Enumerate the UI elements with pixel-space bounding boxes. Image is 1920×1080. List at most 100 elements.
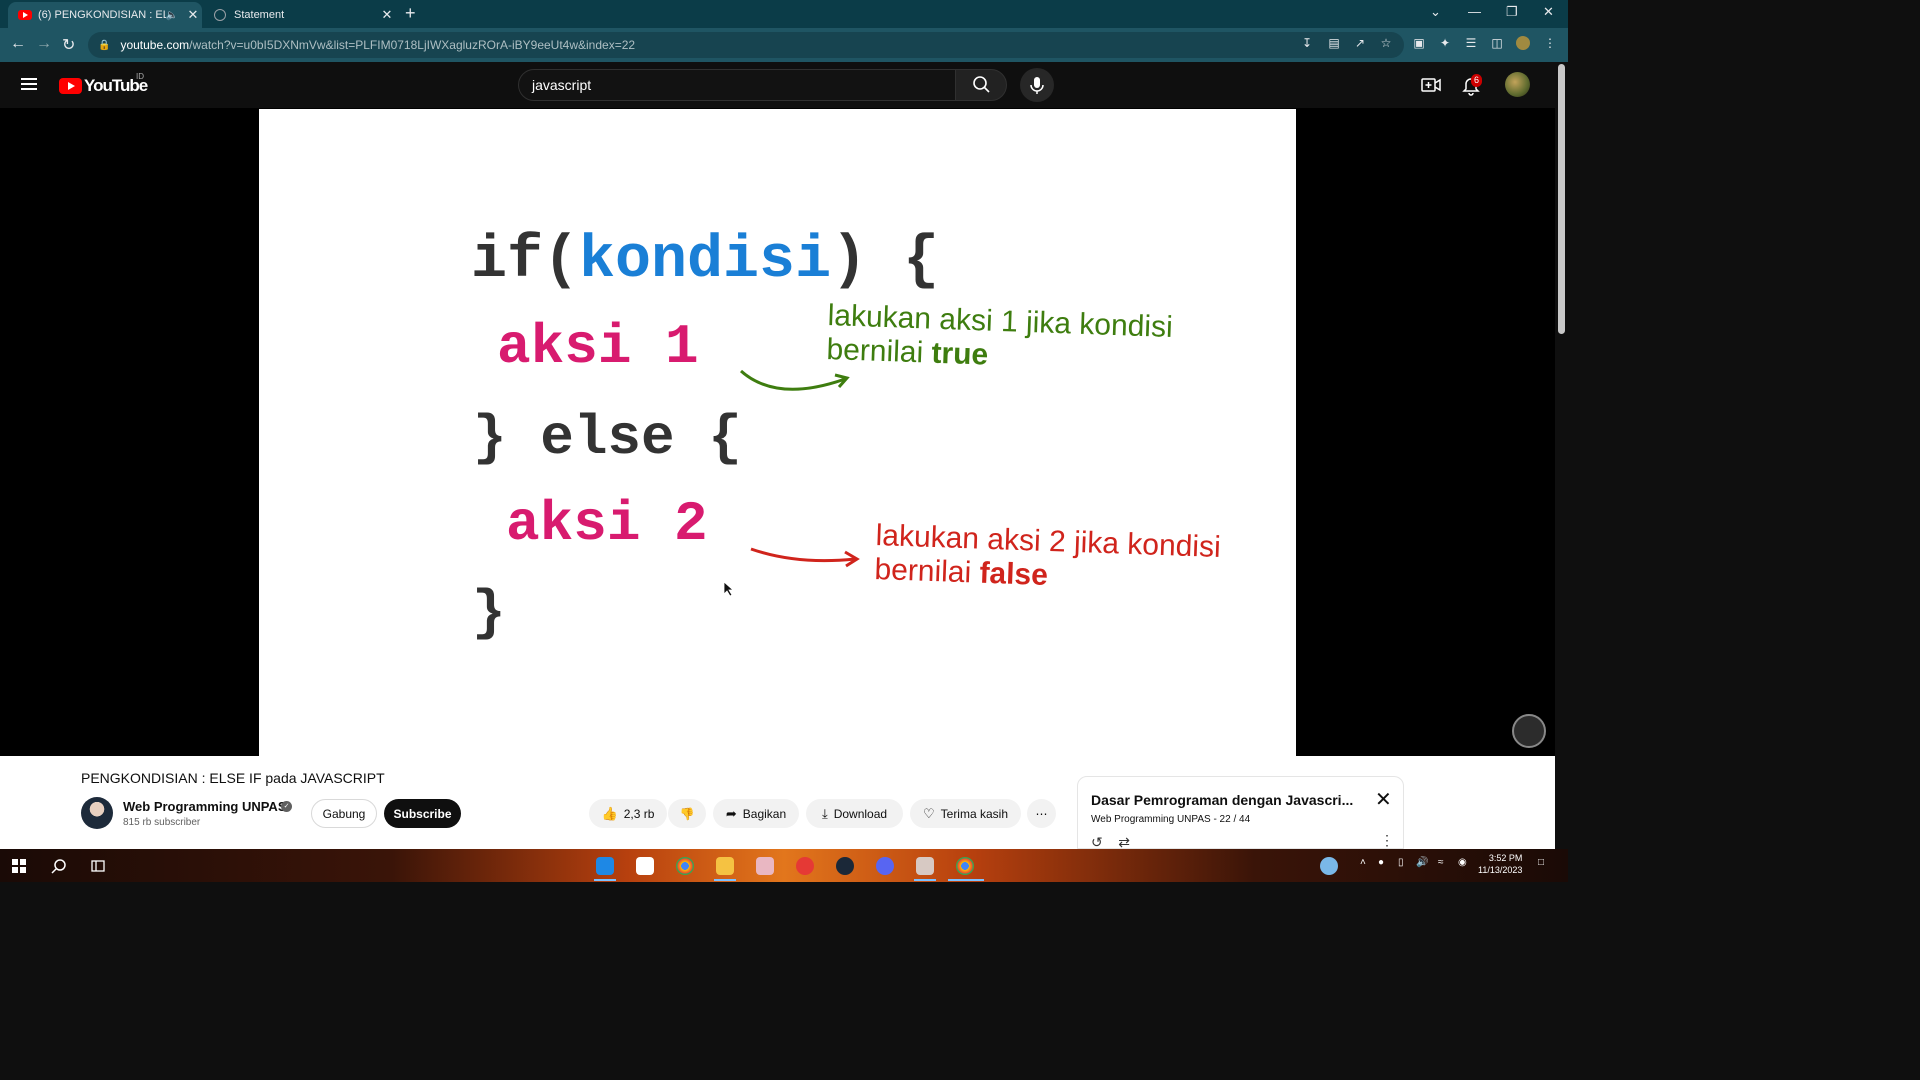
weather-icon[interactable]: [1320, 857, 1338, 875]
share-icon[interactable]: ↗: [1353, 36, 1367, 50]
vscode-icon[interactable]: [596, 857, 614, 875]
youtube-logo[interactable]: YouTube ID: [59, 72, 148, 96]
bookmark-star-icon[interactable]: ☆: [1379, 36, 1393, 50]
new-tab-icon[interactable]: +: [405, 3, 416, 24]
download-button[interactable]: ⤓ Download: [806, 799, 903, 828]
video-frame[interactable]: if(kondisi) { aksi 1 } else { aksi 2 } l…: [259, 109, 1296, 757]
thumbs-up-icon: 👍: [601, 805, 618, 821]
join-label: Gabung: [322, 806, 366, 821]
paint-icon[interactable]: [636, 857, 654, 875]
scrollbar-thumb[interactable]: [1558, 64, 1565, 334]
tab-search-icon[interactable]: ⌄: [1430, 4, 1441, 20]
file-explorer-icon[interactable]: [716, 857, 734, 875]
voice-search-button[interactable]: [1020, 68, 1054, 102]
restore-icon[interactable]: ❐: [1506, 4, 1518, 20]
verified-check-icon: ✓: [281, 801, 292, 812]
task-view-icon[interactable]: [89, 857, 107, 875]
url-path: /watch?v=u0bI5DXNmVw&list=PLFIM0718LjIWX…: [189, 38, 636, 52]
mouse-cursor-icon: [723, 581, 735, 597]
app-icon[interactable]: [756, 857, 774, 875]
clock-time: 3:52 PM: [1488, 853, 1523, 863]
close-window-icon[interactable]: ✕: [1543, 4, 1554, 20]
search-icon: [973, 76, 990, 93]
clock[interactable]: 3:52 PM 11/13/2023: [1478, 852, 1522, 876]
kebab-menu-icon[interactable]: ⋮: [1380, 832, 1394, 849]
minimize-icon[interactable]: —: [1468, 4, 1481, 19]
search-icon[interactable]: [50, 857, 68, 875]
like-count: 2,3 rb: [623, 806, 655, 821]
thanks-button[interactable]: ♡ Terima kasih: [910, 799, 1021, 828]
active-indicator: [714, 879, 736, 881]
arrow-false-icon: [750, 547, 860, 568]
tab-title: (6) PENGKONDISIAN : ELSE: [38, 9, 166, 21]
clock-date: 11/13/2023: [1478, 865, 1523, 875]
notification-badge: 6: [1471, 74, 1483, 87]
note-false-keyword: false: [978, 556, 1049, 593]
back-icon[interactable]: ←: [10, 35, 26, 53]
reload-icon[interactable]: ↻: [62, 35, 75, 55]
shuffle-icon[interactable]: ⇄: [1118, 834, 1130, 850]
playlist-title[interactable]: Dasar Pemrograman dengan Javascri...: [1091, 792, 1353, 808]
security-icon[interactable]: ◉: [1458, 857, 1467, 868]
puzzle-icon[interactable]: ✦: [1438, 36, 1452, 50]
lock-icon[interactable]: 🔒: [98, 40, 110, 51]
channel-avatar[interactable]: [81, 797, 113, 829]
channel-watermark[interactable]: [1512, 714, 1546, 748]
code-aksi-2: aksi 2: [506, 492, 708, 556]
share-arrow-icon: ➦: [725, 805, 737, 821]
extension-icon[interactable]: ▣: [1412, 36, 1426, 50]
chrome-icon[interactable]: [676, 857, 694, 875]
tray-app-icon[interactable]: ●: [1378, 857, 1384, 868]
create-video-icon[interactable]: [1420, 74, 1442, 96]
url-host: youtube.com: [120, 38, 190, 52]
notification-center-icon[interactable]: □: [1538, 857, 1544, 868]
close-tab-icon[interactable]: ✕: [378, 7, 396, 23]
steam-icon[interactable]: [836, 857, 854, 875]
account-avatar[interactable]: [1505, 72, 1530, 97]
playlist-subtitle: Web Programming UNPAS - 22 / 44: [1091, 814, 1251, 825]
youtube-play-icon: [59, 78, 82, 94]
subscriber-count: 815 rb subscriber: [123, 817, 201, 828]
search-input[interactable]: javascript: [518, 69, 956, 101]
volume-icon[interactable]: 🔊: [1416, 857, 1428, 868]
profile-avatar-icon[interactable]: [1516, 36, 1530, 50]
thumbs-down-icon: 👎: [679, 806, 695, 821]
tab-statement[interactable]: Statement ✕: [204, 2, 396, 28]
page-scrollbar[interactable]: [1555, 62, 1568, 849]
more-actions-button[interactable]: ⋯: [1027, 799, 1056, 828]
wifi-icon[interactable]: ≈: [1438, 857, 1444, 868]
browser-tab-strip: (6) PENGKONDISIAN : ELSE 🔈 ✕ Statement ✕…: [0, 0, 1568, 28]
app-red-icon[interactable]: [796, 857, 814, 875]
install-icon[interactable]: ↧: [1300, 36, 1314, 50]
usb-icon[interactable]: ▯: [1398, 857, 1404, 868]
close-icon[interactable]: ✕: [1375, 787, 1392, 812]
menu-icon[interactable]: [21, 78, 37, 90]
kebab-menu-icon[interactable]: ⋮: [1543, 36, 1557, 50]
app-anime-icon[interactable]: [916, 857, 934, 875]
subscribe-button[interactable]: Subscribe: [384, 799, 461, 828]
code-else: } else {: [473, 406, 742, 470]
search-button[interactable]: [955, 69, 1007, 101]
note-true: lakukan aksi 1 jika kondisi bernilai tru…: [826, 299, 1173, 379]
forward-icon[interactable]: →: [36, 35, 52, 53]
close-tab-icon[interactable]: ✕: [184, 7, 202, 23]
speaker-icon[interactable]: 🔈: [166, 10, 178, 21]
share-button[interactable]: ➦ Bagikan: [713, 799, 799, 828]
join-button[interactable]: Gabung: [311, 799, 377, 828]
like-button[interactable]: 👍 2,3 rb: [589, 799, 667, 828]
loop-icon[interactable]: ↺: [1091, 834, 1103, 850]
tab-youtube[interactable]: (6) PENGKONDISIAN : ELSE 🔈 ✕: [8, 2, 202, 28]
start-icon[interactable]: [10, 857, 28, 875]
tray-chevron-icon[interactable]: ˄: [1360, 857, 1366, 868]
media-control-icon[interactable]: ☰: [1464, 36, 1478, 50]
translate-icon[interactable]: ▤: [1327, 36, 1341, 50]
thanks-label: Terima kasih: [940, 806, 1008, 821]
chrome-active-icon[interactable]: [956, 857, 974, 875]
tab-title: Statement: [234, 9, 285, 21]
video-title: PENGKONDISIAN : ELSE IF pada JAVASCRIPT: [81, 770, 385, 786]
discord-icon[interactable]: [876, 857, 894, 875]
url-field[interactable]: 🔒 youtube.com /watch?v=u0bI5DXNmVw&list=…: [88, 32, 1404, 58]
dislike-button[interactable]: 👎: [668, 799, 706, 828]
channel-name[interactable]: Web Programming UNPAS: [123, 799, 286, 814]
side-panel-icon[interactable]: ◫: [1490, 36, 1504, 50]
